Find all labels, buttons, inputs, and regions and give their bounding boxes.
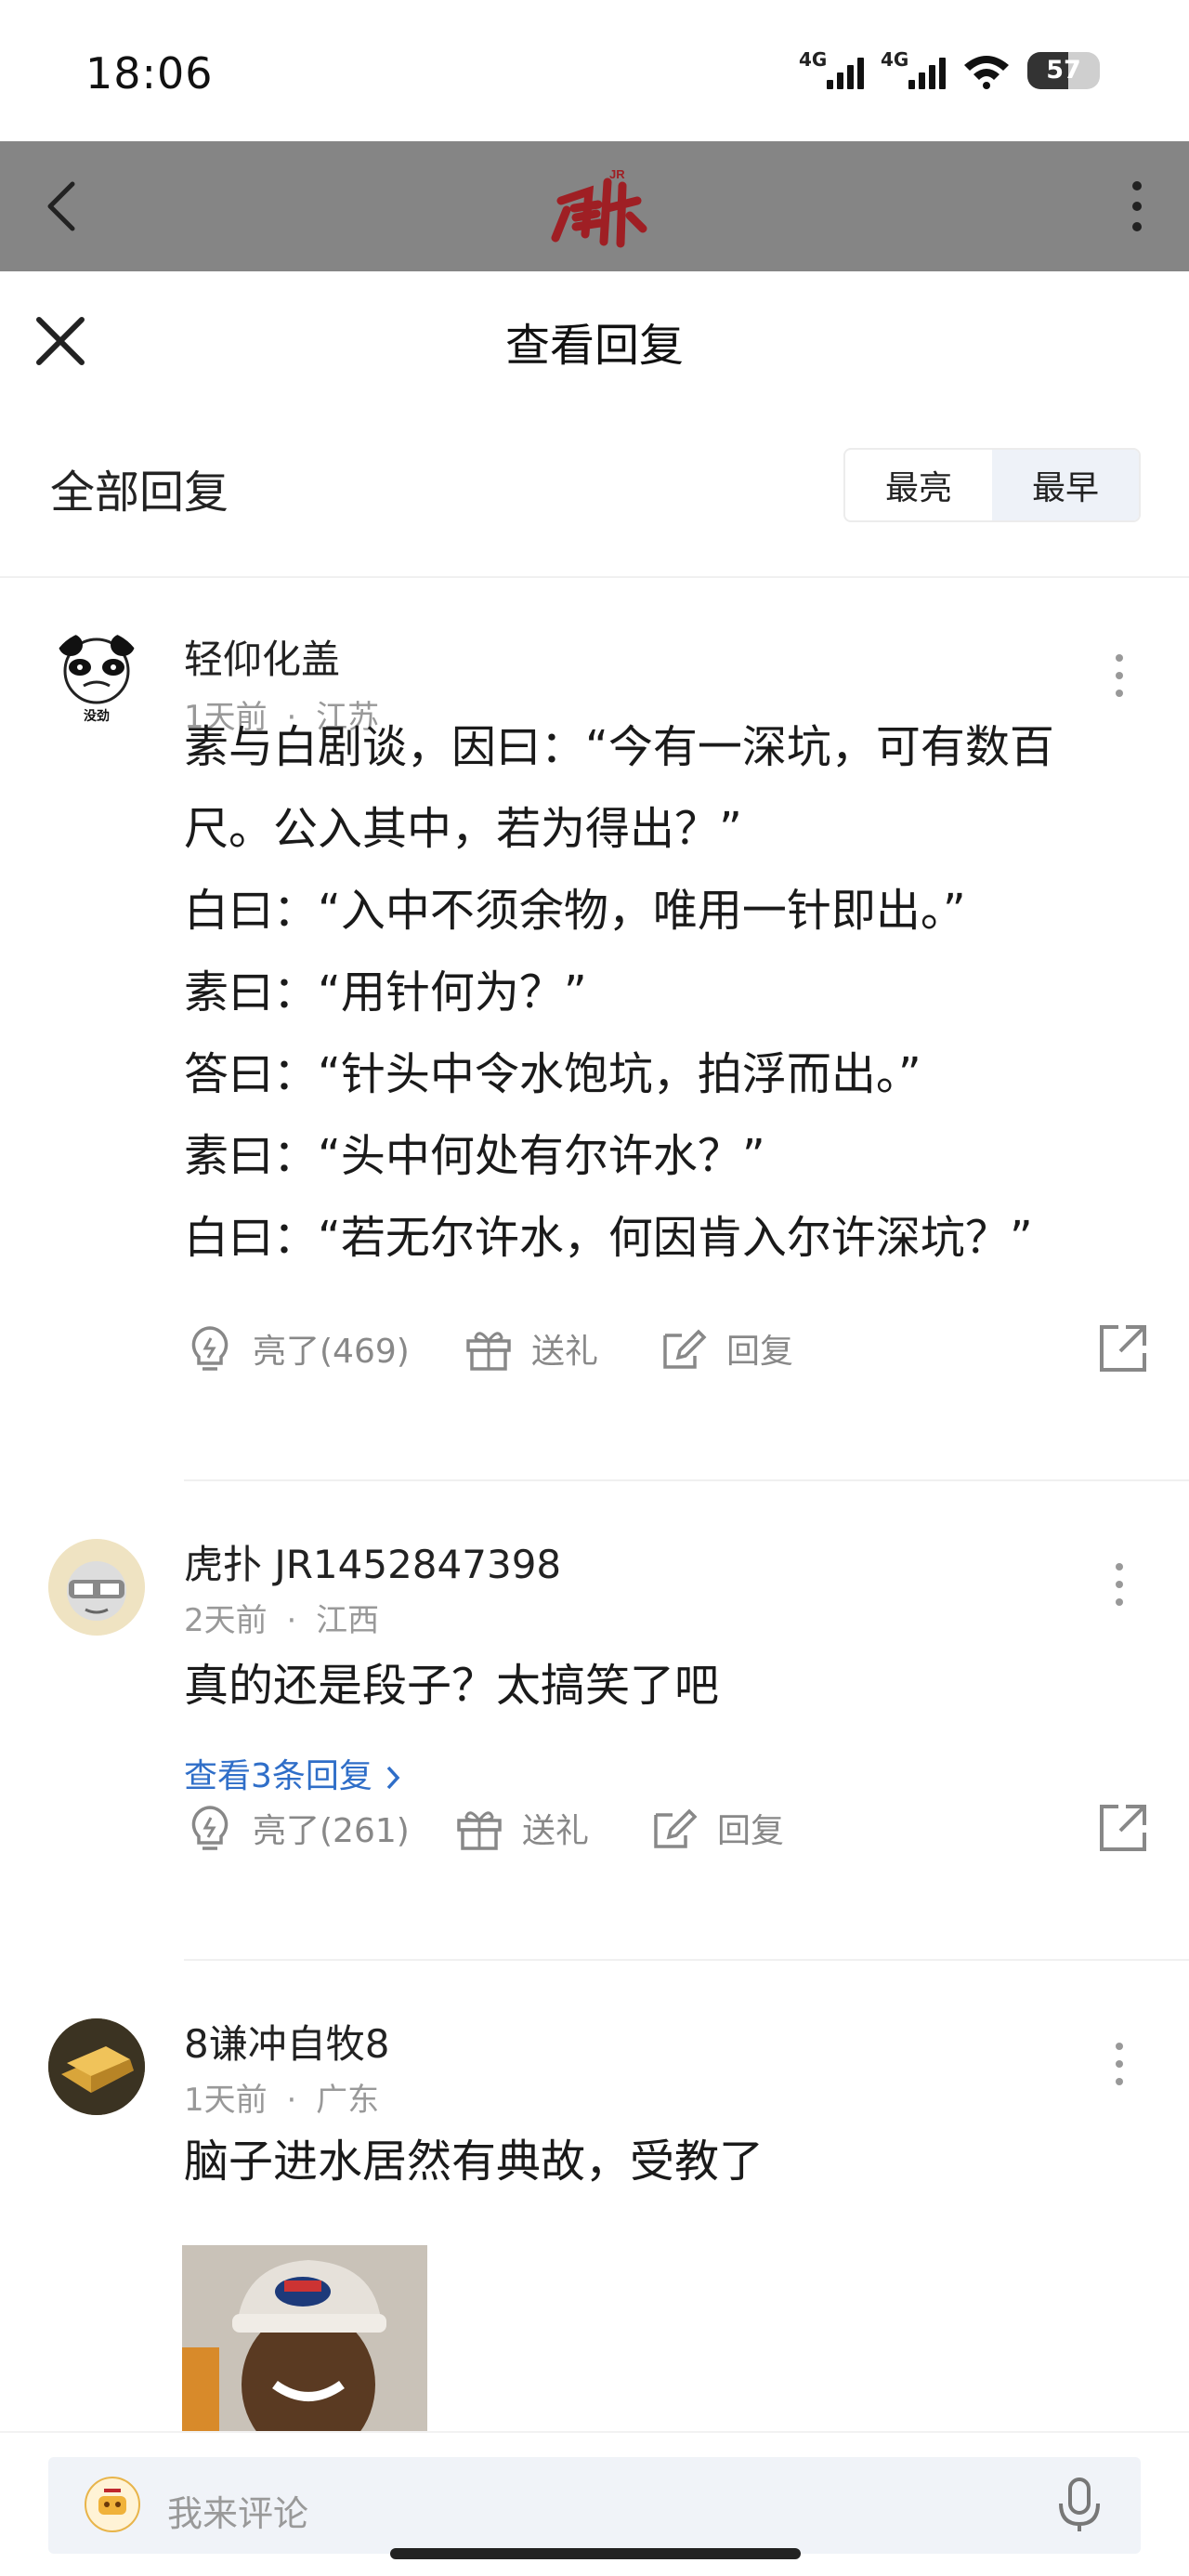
chevron-right-icon <box>387 1766 400 1790</box>
reply-button[interactable]: 回复 <box>648 1795 784 1860</box>
comment-location: 广东 <box>316 2082 380 2119</box>
cartoon-avatar-icon <box>48 1539 145 1636</box>
wifi-icon <box>964 56 1009 89</box>
like-button[interactable]: 亮了(261) <box>184 1795 410 1860</box>
avatar[interactable]: 没劲 <box>48 630 145 727</box>
share-icon[interactable] <box>1096 1321 1150 1375</box>
microphone-icon[interactable] <box>1052 2476 1107 2535</box>
svg-text:JR: JR <box>609 167 625 181</box>
gift-button[interactable]: 送礼 <box>453 1795 589 1860</box>
more-options-icon[interactable] <box>1128 178 1146 234</box>
app-header: JR <box>0 141 1189 271</box>
view-replies-label: 查看3条回复 <box>184 1757 372 1795</box>
comment-actions: 亮了(469) 送礼 回复 <box>184 1316 1150 1381</box>
back-icon[interactable] <box>41 177 85 236</box>
divider <box>0 576 1189 578</box>
reply-label: 回复 <box>717 1812 785 1850</box>
reply-sheet: 查看回复 全部回复 最亮 最早 没劲 轻仰化盖 1天前 · 江苏 素与白剧谈，因… <box>0 271 1189 2576</box>
sheet-title: 查看回复 <box>504 320 684 372</box>
home-indicator[interactable] <box>390 2548 801 2559</box>
comment-image[interactable] <box>182 2245 427 2431</box>
comment-author[interactable]: 轻仰化盖 <box>184 628 340 685</box>
more-options-icon[interactable] <box>1113 652 1126 699</box>
gift-icon <box>466 1332 511 1371</box>
signal-icon: 4G <box>799 48 864 89</box>
comment-author[interactable]: 虎扑 JR1452847398 <box>184 1533 561 1590</box>
sort-brightest-button[interactable]: 最亮 <box>845 450 992 520</box>
comment-input[interactable]: 我来评论 <box>48 2457 1141 2554</box>
network-type-label-2: 4G <box>881 48 909 71</box>
reply-label: 回复 <box>726 1333 794 1371</box>
lightbulb-icon <box>191 1806 229 1850</box>
battery-icon: 57 <box>1027 52 1100 89</box>
comment-line: 尺。公入其中，若为得出？” <box>184 803 742 855</box>
comment-body: 真的还是段子？太搞笑了吧 <box>184 1645 1150 1727</box>
comment-meta: 2天前 · 江西 <box>184 1602 380 1639</box>
comment-line: 素曰：“用针何为？” <box>184 966 587 1019</box>
comment-line: 真的还是段子？太搞笑了吧 <box>184 1660 720 1712</box>
more-options-icon[interactable] <box>1113 1561 1126 1608</box>
lightbulb-icon <box>191 1326 229 1371</box>
comment-actions: 亮了(261) 送礼 回复 <box>184 1795 1150 1860</box>
like-count: 亮了(469) <box>253 1333 410 1371</box>
comment-line: 答曰：“针头中令水饱坑，拍浮而出。” <box>184 1048 921 1100</box>
comment-body: 脑子进水居然有典故，受教了 <box>184 2121 1150 2202</box>
comment-placeholder: 我来评论 <box>167 2493 309 2534</box>
share-icon[interactable] <box>1096 1801 1150 1855</box>
status-bar: 18:06 4G 4G 57 <box>0 0 1189 141</box>
like-button[interactable]: 亮了(469) <box>184 1316 410 1381</box>
battery-level: 57 <box>1046 56 1081 85</box>
comment-location: 江西 <box>316 1602 380 1639</box>
comment-time: 1天前 <box>184 2082 268 2119</box>
avatar[interactable] <box>48 1539 145 1636</box>
divider <box>184 1479 1189 1481</box>
gift-icon <box>457 1811 502 1850</box>
sort-toggle: 最亮 最早 <box>843 448 1141 522</box>
user-avatar-icon <box>85 2477 140 2532</box>
gift-label: 送礼 <box>531 1333 599 1371</box>
like-count: 亮了(261) <box>253 1812 410 1850</box>
avatar-caption: 没劲 <box>84 709 110 724</box>
photo-thumbnail <box>182 2245 427 2431</box>
network-type-label: 4G <box>799 48 828 71</box>
edit-icon <box>654 1808 698 1848</box>
comment-line: 素与白剧谈，因曰：“今有一深坑，可有数百 <box>184 721 1054 773</box>
comment-time: 2天前 <box>184 1602 268 1639</box>
section-title: 全部回复 <box>50 467 229 519</box>
status-time: 18:06 <box>85 48 214 99</box>
hupu-logo-icon: JR <box>551 167 647 248</box>
more-options-icon[interactable] <box>1113 2041 1126 2087</box>
comment-meta: 1天前 · 广东 <box>184 2082 380 2119</box>
reply-button[interactable]: 回复 <box>658 1316 793 1381</box>
sort-earliest-button[interactable]: 最早 <box>992 450 1139 520</box>
divider <box>184 1959 1189 1961</box>
comment-line: 脑子进水居然有典故，受教了 <box>184 2136 764 2188</box>
status-icons: 4G 4G 57 <box>799 48 1100 89</box>
comment-body: 素与白剧谈，因曰：“今有一深坑，可有数百 尺。公入其中，若为得出？” 白曰：“入… <box>184 706 1150 1279</box>
gift-label: 送礼 <box>522 1812 590 1850</box>
comment-line: 素曰：“头中何处有尔许水？” <box>184 1130 765 1182</box>
view-replies-link[interactable]: 查看3条回复 <box>184 1749 403 1797</box>
comment-line: 白曰：“入中不须余物，唯用一针即出。” <box>184 885 966 937</box>
avatar[interactable] <box>48 2018 145 2115</box>
signal-icon-2: 4G <box>881 48 946 89</box>
gold-bar-avatar-icon <box>48 2018 145 2115</box>
sheet-header: 查看回复 <box>0 271 1189 411</box>
all-replies-header: 全部回复 最亮 最早 <box>0 435 1189 537</box>
comment-line: 白曰：“若无尔许水，何因肯入尔许深坑？” <box>184 1212 1033 1264</box>
gift-button[interactable]: 送礼 <box>463 1316 598 1381</box>
edit-icon <box>663 1329 707 1369</box>
comment-author[interactable]: 8谦冲自牧8 <box>184 2013 389 2070</box>
